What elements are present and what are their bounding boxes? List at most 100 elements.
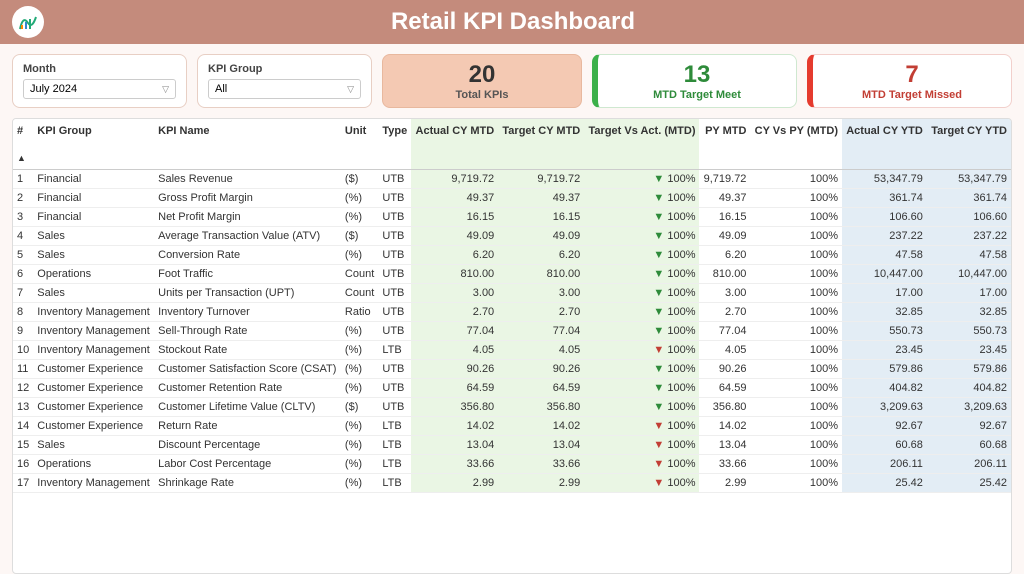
cell-target-ytd: 404.82 <box>927 379 1011 398</box>
cell-cv: 100% <box>750 455 842 474</box>
cell-name: Labor Cost Percentage <box>154 455 341 474</box>
cell-name: Customer Lifetime Value (CLTV) <box>154 398 341 417</box>
filter-metric-row: Month July 2024 ▽ KPI Group All ▽ 20 Tot… <box>0 44 1024 118</box>
table-row[interactable]: 7SalesUnits per Transaction (UPT)CountUT… <box>13 284 1011 303</box>
cell-type: LTB <box>378 474 411 493</box>
cell-actual-mtd: 9,719.72 <box>411 170 498 189</box>
cell-actual-mtd: 6.20 <box>411 246 498 265</box>
cell-cv: 100% <box>750 227 842 246</box>
month-select[interactable]: July 2024 ▽ <box>23 79 176 99</box>
table-row[interactable]: 5SalesConversion Rate(%)UTB6.206.20▼ 100… <box>13 246 1011 265</box>
cell-name: Customer Retention Rate <box>154 379 341 398</box>
cell-target-mtd: 6.20 <box>498 246 584 265</box>
table-row[interactable]: 13Customer ExperienceCustomer Lifetime V… <box>13 398 1011 417</box>
cell-py-mtd: 77.04 <box>699 322 750 341</box>
cell-type: UTB <box>378 284 411 303</box>
cell-target-mtd: 49.37 <box>498 189 584 208</box>
col-cv[interactable]: CY Vs PY (MTD) <box>750 119 842 170</box>
cell-tva: ▼ 100% <box>584 265 699 284</box>
col-name[interactable]: KPI Name <box>154 119 341 170</box>
cell-name: Conversion Rate <box>154 246 341 265</box>
kpi-table-wrapper[interactable]: #▲ KPI Group KPI Name Unit Type Actual C… <box>12 118 1012 574</box>
cell-py-mtd: 2.70 <box>699 303 750 322</box>
cell-actual-mtd: 4.05 <box>411 341 498 360</box>
cell-group: Operations <box>33 455 154 474</box>
cell-name: Sales Revenue <box>154 170 341 189</box>
col-target-ytd[interactable]: Target CY YTD <box>927 119 1011 170</box>
cell-group: Customer Experience <box>33 398 154 417</box>
cell-py-mtd: 16.15 <box>699 208 750 227</box>
table-row[interactable]: 1FinancialSales Revenue($)UTB9,719.729,7… <box>13 170 1011 189</box>
col-py-mtd[interactable]: PY MTD <box>699 119 750 170</box>
cell-actual-ytd: 3,209.63 <box>842 398 927 417</box>
table-row[interactable]: 4SalesAverage Transaction Value (ATV)($)… <box>13 227 1011 246</box>
col-unit[interactable]: Unit <box>341 119 378 170</box>
cell-target-ytd: 550.73 <box>927 322 1011 341</box>
cell-name: Customer Satisfaction Score (CSAT) <box>154 360 341 379</box>
cell-tva: ▼ 100% <box>584 417 699 436</box>
cell-py-mtd: 4.05 <box>699 341 750 360</box>
cell-actual-ytd: 17.00 <box>842 284 927 303</box>
col-index[interactable]: #▲ <box>13 119 33 170</box>
cell-actual-mtd: 14.02 <box>411 417 498 436</box>
cell-target-mtd: 810.00 <box>498 265 584 284</box>
cell-actual-ytd: 25.42 <box>842 474 927 493</box>
cell-actual-ytd: 23.45 <box>842 341 927 360</box>
cell-group: Inventory Management <box>33 474 154 493</box>
cell-actual-ytd: 10,447.00 <box>842 265 927 284</box>
table-row[interactable]: 2FinancialGross Profit Margin(%)UTB49.37… <box>13 189 1011 208</box>
table-row[interactable]: 10Inventory ManagementStockout Rate(%)LT… <box>13 341 1011 360</box>
table-row[interactable]: 3FinancialNet Profit Margin(%)UTB16.1516… <box>13 208 1011 227</box>
cell-actual-ytd: 53,347.79 <box>842 170 927 189</box>
col-tva[interactable]: Target Vs Act. (MTD) <box>584 119 699 170</box>
cell-actual-ytd: 47.58 <box>842 246 927 265</box>
table-row[interactable]: 14Customer ExperienceReturn Rate(%)LTB14… <box>13 417 1011 436</box>
cell-target-mtd: 356.80 <box>498 398 584 417</box>
cell-py-mtd: 3.00 <box>699 284 750 303</box>
cell-type: UTB <box>378 246 411 265</box>
cell-index: 5 <box>13 246 33 265</box>
cell-target-mtd: 77.04 <box>498 322 584 341</box>
cell-tva: ▼ 100% <box>584 284 699 303</box>
cell-tva: ▼ 100% <box>584 227 699 246</box>
table-row[interactable]: 12Customer ExperienceCustomer Retention … <box>13 379 1011 398</box>
col-actual-mtd[interactable]: Actual CY MTD <box>411 119 498 170</box>
col-actual-ytd[interactable]: Actual CY YTD <box>842 119 927 170</box>
col-group[interactable]: KPI Group <box>33 119 154 170</box>
table-row[interactable]: 8Inventory ManagementInventory TurnoverR… <box>13 303 1011 322</box>
table-row[interactable]: 15SalesDiscount Percentage(%)LTB13.0413.… <box>13 436 1011 455</box>
cell-py-mtd: 33.66 <box>699 455 750 474</box>
cell-type: UTB <box>378 208 411 227</box>
table-row[interactable]: 16OperationsLabor Cost Percentage(%)LTB3… <box>13 455 1011 474</box>
cell-name: Shrinkage Rate <box>154 474 341 493</box>
cell-tva: ▼ 100% <box>584 455 699 474</box>
cell-cv: 100% <box>750 417 842 436</box>
cell-actual-mtd: 77.04 <box>411 322 498 341</box>
group-filter-card: KPI Group All ▽ <box>197 54 372 108</box>
cell-target-ytd: 361.74 <box>927 189 1011 208</box>
cell-actual-mtd: 16.15 <box>411 208 498 227</box>
table-row[interactable]: 6OperationsFoot TrafficCountUTB810.00810… <box>13 265 1011 284</box>
cell-tva: ▼ 100% <box>584 379 699 398</box>
table-row[interactable]: 9Inventory ManagementSell-Through Rate(%… <box>13 322 1011 341</box>
cell-type: LTB <box>378 341 411 360</box>
target-miss-label: MTD Target Missed <box>823 89 1001 101</box>
cell-unit: Count <box>341 265 378 284</box>
cell-actual-mtd: 356.80 <box>411 398 498 417</box>
cell-actual-ytd: 60.68 <box>842 436 927 455</box>
cell-target-ytd: 17.00 <box>927 284 1011 303</box>
cell-target-mtd: 3.00 <box>498 284 584 303</box>
cell-cv: 100% <box>750 474 842 493</box>
col-target-mtd[interactable]: Target CY MTD <box>498 119 584 170</box>
cell-actual-ytd: 404.82 <box>842 379 927 398</box>
table-row[interactable]: 17Inventory ManagementShrinkage Rate(%)L… <box>13 474 1011 493</box>
cell-type: UTB <box>378 379 411 398</box>
target-meet-value: 13 <box>608 61 786 89</box>
cell-type: UTB <box>378 398 411 417</box>
cell-actual-mtd: 810.00 <box>411 265 498 284</box>
table-row[interactable]: 11Customer ExperienceCustomer Satisfacti… <box>13 360 1011 379</box>
cell-target-ytd: 53,347.79 <box>927 170 1011 189</box>
group-select[interactable]: All ▽ <box>208 79 361 99</box>
cell-type: UTB <box>378 189 411 208</box>
col-type[interactable]: Type <box>378 119 411 170</box>
